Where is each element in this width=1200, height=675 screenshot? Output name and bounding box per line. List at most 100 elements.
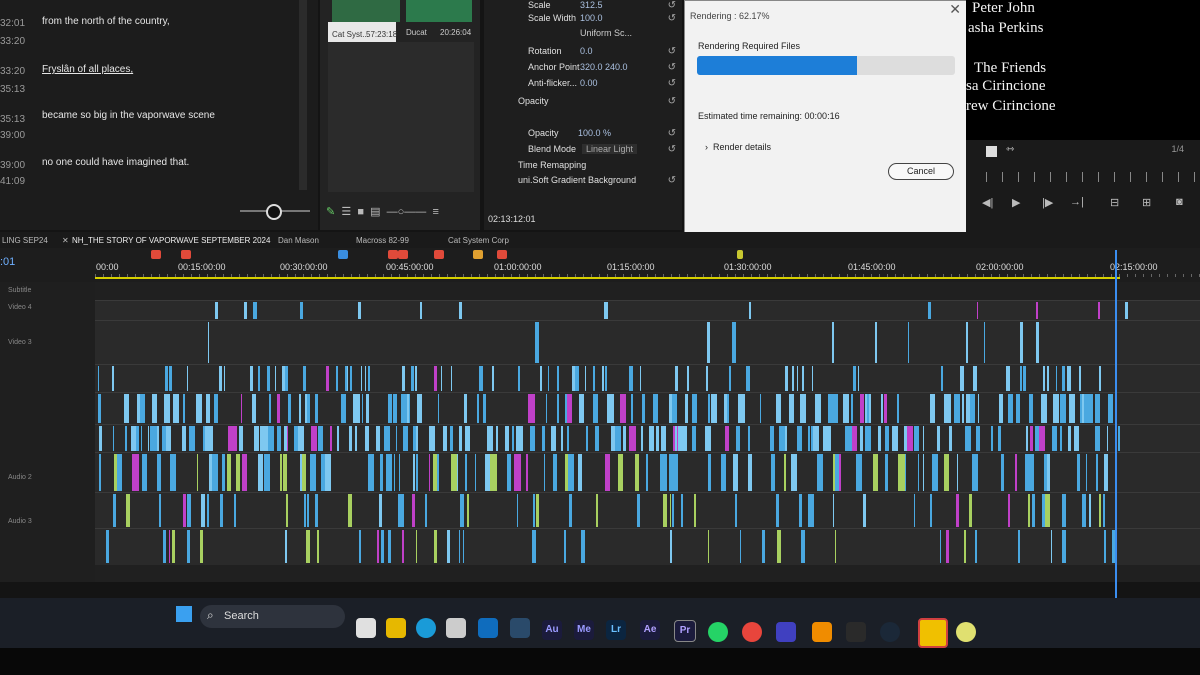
- track-lane[interactable]: [95, 300, 1200, 321]
- timeline-clip[interactable]: [253, 302, 258, 319]
- store-icon[interactable]: [446, 618, 466, 638]
- timeline-clip[interactable]: [252, 394, 256, 423]
- chrome-icon[interactable]: [742, 622, 762, 642]
- effect-value[interactable]: 100.0 %: [578, 128, 611, 138]
- timeline-clip[interactable]: [762, 530, 765, 563]
- timeline-clip[interactable]: [661, 426, 666, 451]
- timeline-clip[interactable]: [187, 494, 192, 527]
- effect-value[interactable]: 0.00: [580, 78, 598, 88]
- timeline-clip[interactable]: [1008, 394, 1014, 423]
- timeline-clip[interactable]: [1117, 426, 1121, 451]
- timeline-clip[interactable]: [954, 394, 960, 423]
- timeline-clip[interactable]: [425, 494, 427, 527]
- timeline-clip[interactable]: [147, 426, 149, 451]
- timeline-clip[interactable]: [813, 426, 819, 451]
- step-back-icon[interactable]: ◀|: [982, 196, 993, 209]
- timeline-clip[interactable]: [826, 426, 831, 451]
- timeline-clip[interactable]: [357, 302, 361, 319]
- work-area-bar[interactable]: [95, 277, 1120, 279]
- tab-sequence[interactable]: LING SEP24: [2, 236, 48, 245]
- timeline-clip[interactable]: [213, 394, 218, 423]
- timeline-clip[interactable]: [692, 394, 697, 423]
- timeline-clip[interactable]: [605, 366, 607, 391]
- timeline-clip[interactable]: [395, 426, 398, 451]
- timeline-clip[interactable]: [514, 454, 521, 491]
- timeline-clip[interactable]: [1055, 366, 1058, 391]
- timeline-clip[interactable]: [313, 454, 317, 491]
- timeline-clip[interactable]: [735, 426, 741, 451]
- timeline-clip[interactable]: [479, 366, 483, 391]
- timeline-clip[interactable]: [212, 454, 219, 491]
- timeline-clip[interactable]: [1108, 394, 1113, 423]
- timeline-clip[interactable]: [881, 394, 883, 423]
- tab-sequence[interactable]: Macross 82-99: [356, 236, 409, 245]
- menu-icon[interactable]: ≡: [432, 206, 438, 218]
- timeline-clip[interactable]: [629, 426, 637, 451]
- timeline-clip[interactable]: [784, 454, 787, 491]
- timeline-clip[interactable]: [711, 394, 718, 423]
- timeline-clip[interactable]: [383, 426, 390, 451]
- timeline-clip[interactable]: [268, 394, 272, 423]
- zoom-slider-icon[interactable]: —○——: [387, 206, 427, 218]
- timeline-clip[interactable]: [685, 394, 689, 423]
- tab-sequence[interactable]: Cat System Corp: [448, 236, 509, 245]
- timeline-clip[interactable]: [201, 494, 205, 527]
- timeline-clip[interactable]: [1098, 302, 1100, 319]
- timeline-clip[interactable]: [1001, 454, 1004, 491]
- timeline-clip[interactable]: [956, 494, 959, 527]
- track-lane[interactable]: [95, 528, 1200, 565]
- timeline-clip[interactable]: [1062, 366, 1065, 391]
- timeline-clip[interactable]: [721, 454, 727, 491]
- timeline-clip[interactable]: [913, 494, 915, 527]
- timeline-clip[interactable]: [1052, 394, 1059, 423]
- track-lane[interactable]: [95, 320, 1200, 365]
- timeline-clip[interactable]: [534, 322, 539, 363]
- timeline-marker[interactable]: [181, 250, 191, 259]
- timeline-clip[interactable]: [183, 394, 185, 423]
- settings-icon[interactable]: ⇿: [1006, 144, 1014, 155]
- timeline-clip[interactable]: [784, 426, 787, 451]
- timeline-clip[interactable]: [1060, 394, 1066, 423]
- reset-icon[interactable]: ↺: [668, 62, 676, 73]
- timeline-clip[interactable]: [368, 454, 374, 491]
- timeline-clip[interactable]: [1008, 494, 1010, 527]
- timeline-clip[interactable]: [302, 366, 307, 391]
- track-lane[interactable]: [95, 364, 1200, 393]
- timeline-clip[interactable]: [586, 426, 588, 451]
- timeline-clip[interactable]: [1051, 530, 1053, 563]
- timeline-clip[interactable]: [831, 322, 834, 363]
- timeline-clip[interactable]: [1107, 426, 1109, 451]
- timeline-clip[interactable]: [266, 366, 270, 391]
- effect-value[interactable]: 0.0: [580, 46, 593, 56]
- timeline-clip[interactable]: [593, 366, 595, 391]
- timeline-clip[interactable]: [136, 394, 140, 423]
- timeline-clip[interactable]: [406, 426, 409, 451]
- timeline-clip[interactable]: [99, 426, 102, 451]
- go-to-out-icon[interactable]: →|: [1070, 196, 1084, 208]
- timeline-clip[interactable]: [297, 426, 305, 451]
- timeline-clip[interactable]: [456, 454, 458, 491]
- timeline-clip[interactable]: [606, 394, 614, 423]
- timeline-clip[interactable]: [748, 302, 751, 319]
- timeline-clip[interactable]: [196, 394, 203, 423]
- timeline-clip[interactable]: [379, 454, 383, 491]
- timeline-clip[interactable]: [648, 426, 654, 451]
- timeline-clip[interactable]: [1078, 366, 1081, 391]
- timeline-clip[interactable]: [187, 530, 191, 563]
- timeline-clip[interactable]: [577, 454, 582, 491]
- timeline-clip[interactable]: [414, 366, 417, 391]
- timeline-clip[interactable]: [974, 530, 977, 563]
- timeline-clip[interactable]: [707, 322, 711, 363]
- timeline-clip[interactable]: [358, 530, 361, 563]
- timeline-marker[interactable]: [737, 250, 743, 259]
- timeline-clip[interactable]: [234, 494, 236, 527]
- close-icon[interactable]: ✕: [62, 236, 69, 245]
- timeline-clip[interactable]: [496, 426, 499, 451]
- timeline-clip[interactable]: [307, 394, 310, 423]
- timeline-clip[interactable]: [264, 454, 271, 491]
- effect-value[interactable]: 312.5: [580, 0, 603, 10]
- timeline-clip[interactable]: [186, 366, 188, 391]
- timeline-clip[interactable]: [732, 322, 736, 363]
- effect-value[interactable]: 320.0 240.0: [580, 62, 628, 72]
- premiere-pro-icon[interactable]: Pr: [674, 620, 696, 642]
